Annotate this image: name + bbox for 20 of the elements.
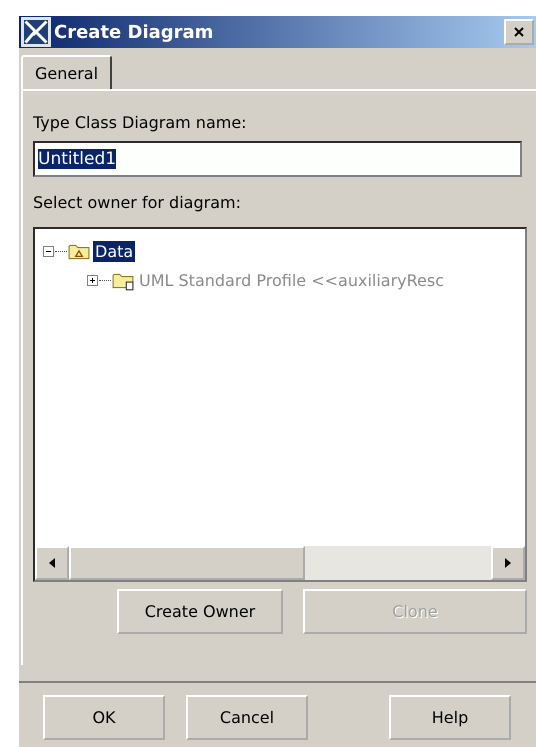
- right-arrow-icon: [505, 558, 511, 568]
- app-icon: [21, 17, 51, 47]
- collapse-icon[interactable]: [43, 246, 54, 257]
- name-field[interactable]: Untitled1: [33, 141, 522, 177]
- scroll-left-button[interactable]: [35, 546, 69, 580]
- tree-item[interactable]: Data: [93, 241, 136, 262]
- field-label: Select owner for diagram:: [33, 193, 242, 214]
- dialog-button[interactable]: Cancel: [186, 695, 308, 740]
- scroll-thumb[interactable]: [69, 546, 305, 580]
- close-icon: [514, 27, 524, 37]
- left-arrow-icon: [49, 558, 55, 568]
- horizontal-scrollbar[interactable]: [35, 546, 525, 580]
- dialog-button[interactable]: Help: [389, 695, 511, 740]
- scroll-right-button[interactable]: [491, 546, 525, 580]
- tab[interactable]: General: [21, 55, 112, 89]
- dialog-button[interactable]: OK: [43, 695, 165, 740]
- close-button[interactable]: [504, 19, 534, 45]
- field-label: Type Class Diagram name:: [33, 113, 248, 134]
- dialog-button[interactable]: Create Owner: [117, 589, 283, 634]
- window-title: Create Diagram: [54, 22, 214, 42]
